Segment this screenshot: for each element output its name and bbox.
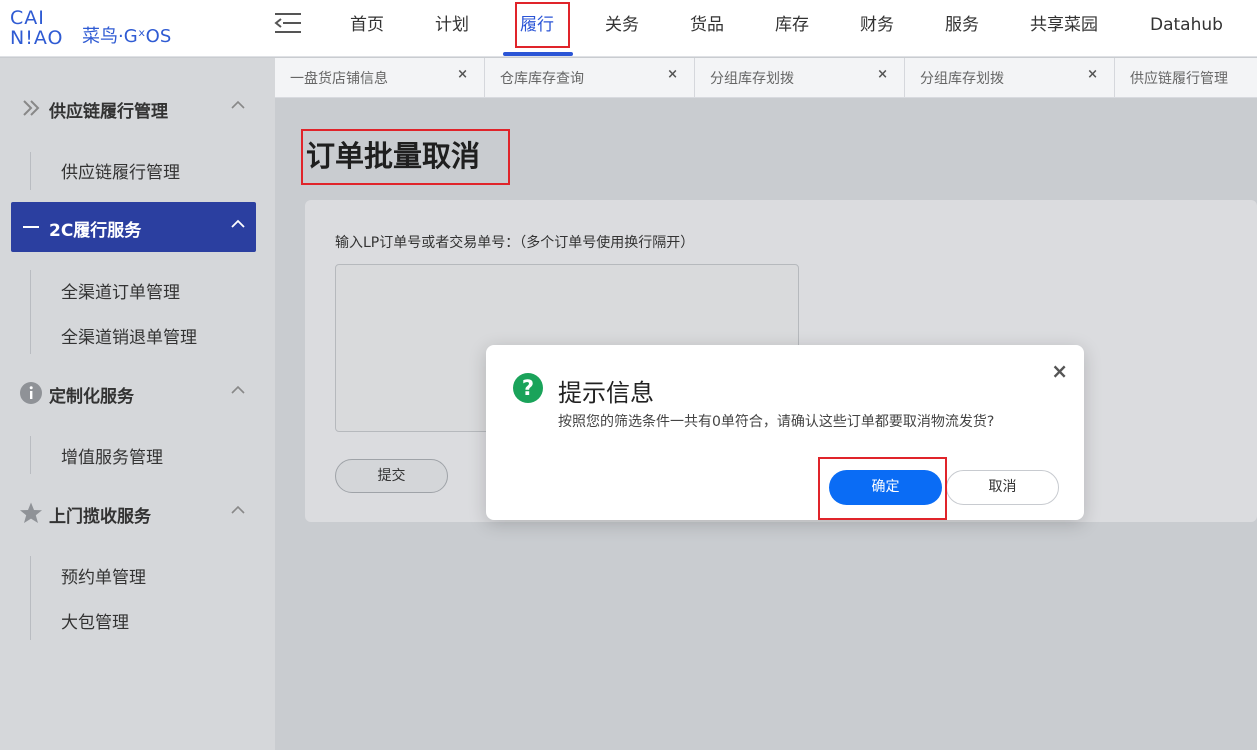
top-navbar: CAI N!AO 菜鸟·GˣOS 首页 计划 履行 关务 货品 库存 财务 服务… [0,0,1257,57]
sidebar-section-title: 2C履行服务 [49,221,142,241]
sidebar-divider [30,270,31,354]
nav-item-customs[interactable]: 关务 [605,0,639,52]
nav-item-goods[interactable]: 货品 [690,0,724,52]
close-icon[interactable]: × [877,67,888,82]
tab-group-transfer-1[interactable]: 分组库存划拨 × [695,58,905,97]
order-number-label: 输入LP订单号或者交易单号：（多个订单号使用换行隔开） [335,235,695,251]
nav-item-service[interactable]: 服务 [945,0,979,52]
sidebar-item-omnichannel-orders[interactable]: 全渠道订单管理 [61,278,180,303]
sidebar-section-title: 定制化服务 [49,387,134,407]
sidebar-section-2c-fulfillment[interactable]: 2C履行服务 [11,202,256,252]
tab-label: 分组库存划拨 [710,71,794,87]
tab-group-transfer-2[interactable]: 分组库存划拨 × [905,58,1115,97]
sidebar-item-omnichannel-returns[interactable]: 全渠道销退单管理 [61,323,197,348]
sidebar-divider [30,436,31,474]
sidebar-item-supply-chain-mgmt[interactable]: 供应链履行管理 [61,158,180,183]
close-icon[interactable]: × [457,67,468,82]
sidebar-section-pickup[interactable]: 上门揽收服务 [11,488,256,538]
sidebar-item-reservations[interactable]: 预约单管理 [61,563,146,588]
tab-store-info[interactable]: 一盘货店铺信息 × [275,58,485,97]
info-icon [20,382,42,404]
tab-label: 一盘货店铺信息 [290,71,388,87]
star-icon [20,502,42,523]
sidebar-divider [30,152,31,190]
chevron-up-icon[interactable] [230,97,246,113]
close-icon[interactable]: × [667,67,678,82]
tab-label: 分组库存划拨 [920,71,1004,87]
dialog-title: 提示信息 [558,379,654,407]
chevron-up-icon[interactable] [230,502,246,518]
sidebar-section-supply-chain[interactable]: 供应链履行管理 [11,83,256,133]
sidebar-section-custom-service[interactable]: 定制化服务 [11,368,256,418]
close-icon[interactable]: × [1051,359,1068,383]
nav-item-home[interactable]: 首页 [350,0,384,52]
submit-button[interactable]: 提交 [335,459,448,493]
page-title: 订单批量取消 [306,139,481,173]
tab-label: 供应链履行管理 [1130,71,1228,87]
nav-item-finance[interactable]: 财务 [860,0,894,52]
sidebar-item-value-added[interactable]: 增值服务管理 [61,443,163,468]
dialog-message: 按照您的筛选条件一共有0单符合，请确认这些订单都要取消物流发货? [558,414,995,430]
question-icon: ? [513,373,543,403]
tab-supply-chain[interactable]: 供应链履行管理 [1115,58,1257,97]
tab-warehouse-stock[interactable]: 仓库库存查询 × [485,58,695,97]
page-tabs: 一盘货店铺信息 × 仓库库存查询 × 分组库存划拨 × 分组库存划拨 × 供应链… [275,58,1257,98]
confirm-button[interactable]: 确定 [829,470,942,505]
double-chevron-icon [23,100,40,116]
chevron-up-icon[interactable] [230,382,246,398]
logo-line-1: CAI [10,7,45,29]
cainiao-logo[interactable]: CAI N!AO 菜鸟·GˣOS [10,8,190,50]
nav-item-fulfillment[interactable]: 履行 [520,0,554,52]
confirm-dialog: ? 提示信息 按照您的筛选条件一共有0单符合，请确认这些订单都要取消物流发货? … [486,345,1084,520]
logo-line-2: N!AO [10,27,64,49]
collapse-menu-icon[interactable] [274,11,302,35]
sidebar-divider [30,556,31,640]
sidebar-section-title: 供应链履行管理 [49,102,168,122]
nav-item-inventory[interactable]: 库存 [775,0,809,52]
cancel-button[interactable]: 取消 [946,470,1059,505]
tab-label: 仓库库存查询 [500,71,584,87]
nav-active-indicator [503,52,573,56]
sidebar-item-big-package[interactable]: 大包管理 [61,608,129,633]
dash-icon [23,226,39,228]
nav-item-shared-garden[interactable]: 共享菜园 [1030,0,1098,52]
close-icon[interactable]: × [1087,67,1098,82]
nav-item-datahub[interactable]: Datahub [1150,0,1223,52]
nav-item-plan[interactable]: 计划 [435,0,469,52]
logo-wordmark: 菜鸟·GˣOS [82,26,172,47]
chevron-up-icon[interactable] [230,216,246,232]
sidebar-section-title: 上门揽收服务 [49,507,151,527]
